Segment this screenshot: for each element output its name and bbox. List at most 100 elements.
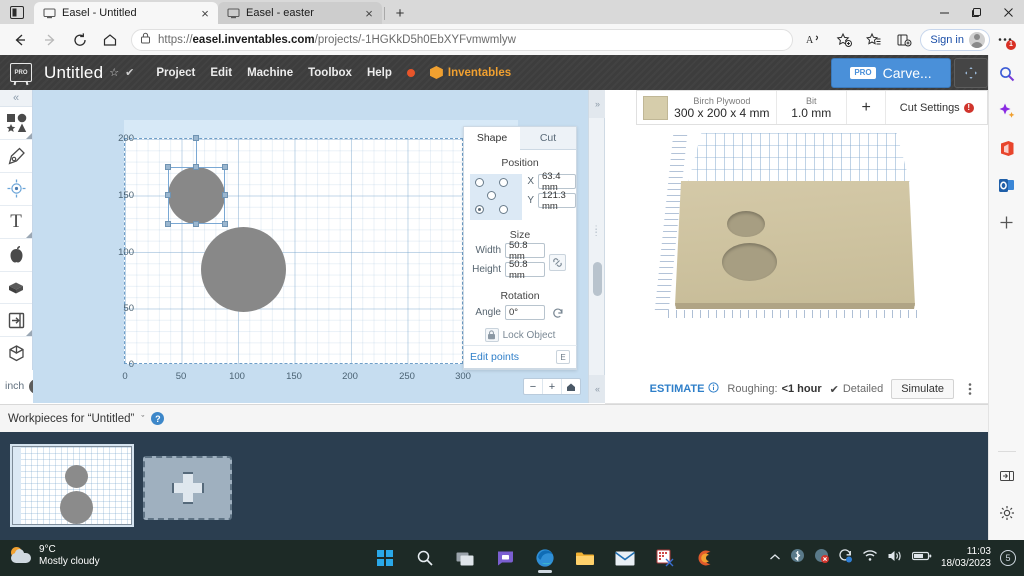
anchor-top-right[interactable] xyxy=(499,178,508,187)
import-tool-button[interactable] xyxy=(0,304,32,338)
pen-tool-button[interactable] xyxy=(0,140,32,174)
shapes-tool-button[interactable] xyxy=(0,107,32,141)
close-icon[interactable]: × xyxy=(362,7,376,20)
zoom-home-button[interactable] xyxy=(562,379,580,394)
resize-handle-se[interactable] xyxy=(222,221,228,227)
tab-actions-button[interactable] xyxy=(0,0,34,24)
apps-tool-button[interactable] xyxy=(0,239,32,272)
anchor-bottom-left[interactable] xyxy=(475,205,484,214)
start-icon[interactable] xyxy=(370,543,400,573)
resize-handle-ne[interactable] xyxy=(222,164,228,170)
browser-tab-0[interactable]: Easel - Untitled × xyxy=(34,2,218,24)
estimate-title[interactable]: ESTIMATE xyxy=(650,383,705,395)
reload-button[interactable] xyxy=(66,27,94,53)
read-aloud-icon[interactable]: A xyxy=(800,27,828,53)
copilot-icon[interactable] xyxy=(994,98,1020,124)
task-view-icon[interactable] xyxy=(450,543,480,573)
resize-handle-sw[interactable] xyxy=(165,221,171,227)
resize-handle-n[interactable] xyxy=(193,164,199,170)
3d-carving-tool-button[interactable] xyxy=(0,272,32,305)
copilot-search-icon[interactable] xyxy=(994,61,1020,87)
back-button[interactable] xyxy=(6,27,34,53)
sign-in-button[interactable]: Sign in xyxy=(920,28,990,51)
add-favorite-icon[interactable] xyxy=(830,27,858,53)
tab-shape[interactable]: Shape xyxy=(464,127,520,150)
position-x-input[interactable]: 63.4 mm xyxy=(538,171,576,193)
bit-button[interactable]: Bit 1.0 mm xyxy=(777,91,847,124)
tab-cut[interactable]: Cut xyxy=(520,127,576,149)
cut-settings-button[interactable]: Cut Settings ! xyxy=(886,91,987,124)
fullscreen-icon[interactable] xyxy=(954,57,988,88)
center-point-tool-button[interactable] xyxy=(0,173,32,206)
favorite-star-icon[interactable]: ☆ xyxy=(109,66,119,79)
address-bar[interactable]: https://easel.inventables.com/projects/-… xyxy=(131,28,794,51)
shape-circle-large[interactable] xyxy=(201,227,286,312)
bluetooth-off-icon[interactable] xyxy=(814,548,829,568)
size-height-input[interactable]: 50.8 mm xyxy=(505,259,545,281)
menu-item-edit[interactable]: Edit xyxy=(210,67,232,79)
menu-item-project[interactable]: Project xyxy=(156,67,195,79)
resize-handle-e[interactable] xyxy=(222,192,228,198)
bluetooth-icon[interactable] xyxy=(790,548,805,568)
menu-item-machine[interactable]: Machine xyxy=(247,67,293,79)
anchor-bottom-right[interactable] xyxy=(499,205,508,214)
kebab-menu-icon[interactable] xyxy=(962,382,978,396)
material-button[interactable]: Birch Plywood 300 x 200 x 4 mm xyxy=(637,91,777,124)
info-icon[interactable] xyxy=(708,382,720,396)
wifi-icon[interactable] xyxy=(862,549,878,567)
file-explorer-icon[interactable] xyxy=(570,543,600,573)
zoom-in-button[interactable]: + xyxy=(543,379,562,394)
new-tab-button[interactable]: + xyxy=(387,2,413,24)
collections-icon[interactable] xyxy=(890,27,918,53)
panel-divider[interactable]: » ::: « xyxy=(588,90,606,403)
anchor-top-left[interactable] xyxy=(475,178,484,187)
collapse-right-button[interactable]: « xyxy=(589,375,606,403)
simulate-button[interactable]: Simulate xyxy=(891,379,954,399)
anchor-point-selector[interactable] xyxy=(470,174,523,220)
browser-settings-menu[interactable]: 1 xyxy=(992,27,1018,53)
rotation-angle-input[interactable]: 0° xyxy=(505,305,545,320)
weather-widget[interactable]: 9°C Mostly cloudy xyxy=(10,544,100,568)
resize-handle-nw[interactable] xyxy=(165,164,171,170)
edit-points-bar[interactable]: Edit points E xyxy=(463,345,577,369)
resize-handle-w[interactable] xyxy=(165,192,171,198)
snipping-tool-icon[interactable] xyxy=(650,543,680,573)
add-icon[interactable] xyxy=(994,209,1020,235)
forward-button[interactable] xyxy=(36,27,64,53)
taskbar-clock[interactable]: 11:03 18/03/2023 xyxy=(941,546,991,570)
lock-object-row[interactable]: Lock Object xyxy=(464,328,576,342)
zoom-out-button[interactable]: − xyxy=(524,379,543,394)
volume-icon[interactable] xyxy=(887,549,903,568)
text-tool-button[interactable]: T xyxy=(0,206,32,239)
show-hidden-icon[interactable] xyxy=(769,549,781,567)
chevron-down-icon[interactable]: ˇ xyxy=(141,414,144,424)
3d-preview[interactable] xyxy=(605,90,988,403)
mail-icon[interactable] xyxy=(610,543,640,573)
onedrive-sync-icon[interactable] xyxy=(838,548,853,568)
add-workpiece-button[interactable] xyxy=(143,456,232,520)
ccleaner-icon[interactable] xyxy=(690,543,720,573)
workpiece-thumbnail[interactable] xyxy=(10,444,134,527)
edge-icon[interactable] xyxy=(530,543,560,573)
search-icon[interactable] xyxy=(410,543,440,573)
carve-button[interactable]: PRO Carve... xyxy=(831,57,951,88)
menu-item-help[interactable]: Help xyxy=(367,67,392,79)
split-screen-icon[interactable] xyxy=(994,463,1020,489)
edit-points-link[interactable]: Edit points xyxy=(470,351,519,363)
favorites-icon[interactable] xyxy=(860,27,888,53)
divider-scrollbar[interactable] xyxy=(593,262,602,296)
outlook-icon[interactable] xyxy=(994,172,1020,198)
rotation-handle[interactable] xyxy=(193,135,199,141)
position-y-input[interactable]: 121.3 mm xyxy=(538,190,576,212)
collapse-toolbar-button[interactable]: « xyxy=(0,90,32,108)
notification-center-button[interactable]: 5 xyxy=(1000,550,1016,566)
size-width-input[interactable]: 50.8 mm xyxy=(505,240,545,262)
inventables-link[interactable]: Inventables xyxy=(429,66,511,79)
reset-rotation-icon[interactable] xyxy=(549,304,566,321)
volume-tool-button[interactable] xyxy=(0,337,32,370)
office-icon[interactable] xyxy=(994,135,1020,161)
lock-icon[interactable] xyxy=(484,328,499,342)
maximize-button[interactable] xyxy=(960,0,992,24)
anchor-center[interactable] xyxy=(487,191,496,200)
expand-right-button[interactable]: » xyxy=(589,90,606,118)
